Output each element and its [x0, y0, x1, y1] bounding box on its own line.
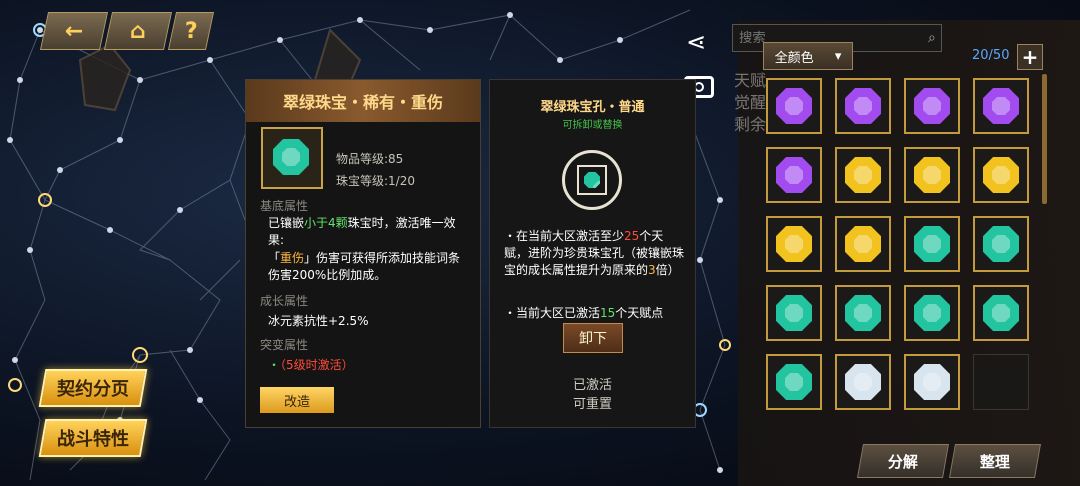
gem-socket-panel: 翠绿珠宝孔・普通 可拆卸或替换 ・在当前大区激活至少25个天赋，进阶为珍贵珠宝孔… [489, 79, 696, 428]
green-gem-icon [983, 226, 1019, 262]
gem-slot[interactable] [835, 78, 891, 134]
mutation-attr-value: ・（5级时激活） [268, 358, 354, 372]
inventory-count: 20/50 [972, 48, 1010, 63]
socket-ring-icon [562, 150, 622, 210]
gem-slot[interactable] [766, 216, 822, 272]
green-gem-icon [845, 295, 881, 331]
green-gem-icon [914, 226, 950, 262]
home-button[interactable]: ⌂ [103, 12, 173, 50]
gem-slot[interactable] [904, 354, 960, 410]
gem-slot[interactable] [973, 285, 1029, 341]
gem-slot[interactable] [835, 285, 891, 341]
growth-attr-title: 成长属性 [260, 294, 309, 308]
home-icon: ⌂ [130, 18, 146, 44]
gem-slot[interactable] [835, 147, 891, 203]
gem-slot[interactable] [766, 147, 822, 203]
gem-slot[interactable] [766, 285, 822, 341]
help-button[interactable]: ? [167, 12, 215, 50]
gem-slot[interactable] [973, 147, 1029, 203]
inventory-scrollbar[interactable] [1042, 74, 1047, 204]
gem-inventory-panel: 天赋觉醒剩余 ⌕ 全颜色 ▾ 20/50 + 分解 整理 [732, 20, 1080, 486]
gem-slot[interactable] [904, 285, 960, 341]
gem-slot[interactable] [835, 216, 891, 272]
green-gem-icon [776, 295, 812, 331]
base-attr-effect: 「重伤」伤害可获得所添加技能词条伤害200%比例加成。 [268, 251, 461, 282]
gem-detail-panel: 翠绿珠宝・稀有・重伤 物品等级:85 珠宝等级:1/20 基底属性 已镶嵌小于4… [245, 79, 481, 428]
share-icon[interactable]: ⋖ [686, 28, 706, 56]
modify-button[interactable]: 改造 [260, 387, 334, 413]
socket-gem-icon [584, 172, 600, 188]
back-button[interactable]: ← [39, 12, 109, 50]
purple-gem-icon [776, 157, 812, 193]
back-arrow-icon: ← [64, 18, 84, 44]
socket-desc-upgrade: ・在当前大区激活至少25个天赋，进阶为珍贵珠宝孔（被镶嵌珠宝的成长属性提升为原来… [504, 229, 685, 277]
yellow-gem-icon [983, 157, 1019, 193]
gem-slot[interactable] [766, 78, 822, 134]
purple-gem-icon [983, 88, 1019, 124]
search-icon[interactable]: ⌕ [928, 30, 936, 46]
growth-attr-value: 冰元素抗性+2.5% [268, 314, 369, 328]
green-gem-icon [273, 139, 309, 175]
item-level: 物品等级:85 [336, 152, 404, 166]
yellow-gem-icon [914, 157, 950, 193]
white-gem-icon [845, 364, 881, 400]
contract-page-button[interactable]: 契约分页 [38, 369, 148, 407]
decompose-button[interactable]: 分解 [857, 444, 949, 478]
purple-gem-icon [845, 88, 881, 124]
help-label: ? [184, 18, 198, 44]
gem-slot[interactable] [973, 216, 1029, 272]
socket-desc-active: ・当前大区已激活15个天赋点 [504, 306, 664, 320]
green-gem-icon [914, 295, 950, 331]
gem-title: 翠绿珠宝・稀有・重伤 [246, 80, 480, 122]
empty-gem-slot[interactable] [973, 354, 1029, 410]
green-gem-icon [983, 295, 1019, 331]
base-attr-text: 已镶嵌小于4颗珠宝时，激活唯一效果: [268, 216, 456, 247]
base-attr-title: 基底属性 [260, 199, 309, 213]
sort-button[interactable]: 整理 [949, 444, 1041, 478]
gem-slot[interactable] [904, 147, 960, 203]
status-activated: 已激活 [572, 378, 612, 393]
yellow-gem-icon [845, 157, 881, 193]
green-gem-icon [776, 364, 812, 400]
plus-icon: + [1021, 45, 1039, 69]
socket-title: 翠绿珠宝孔・普通 [540, 100, 645, 115]
color-filter-dropdown[interactable]: 全颜色 ▾ [763, 42, 853, 70]
gem-level: 珠宝等级:1/20 [336, 174, 415, 188]
white-gem-icon [914, 364, 950, 400]
gem-icon-frame [261, 127, 323, 189]
yellow-gem-icon [776, 226, 812, 262]
gem-slot[interactable] [904, 78, 960, 134]
yellow-gem-icon [845, 226, 881, 262]
gem-slot[interactable] [904, 216, 960, 272]
mutation-attr-title: 突变属性 [260, 338, 309, 352]
gem-slot[interactable] [766, 354, 822, 410]
battle-trait-button[interactable]: 战斗特性 [38, 419, 148, 457]
gem-slot[interactable] [973, 78, 1029, 134]
unload-button[interactable]: 卸下 [563, 323, 623, 353]
purple-gem-icon [776, 88, 812, 124]
socket-subtitle: 可拆卸或替换 [562, 120, 623, 131]
purple-gem-icon [914, 88, 950, 124]
add-slot-button[interactable]: + [1017, 44, 1043, 70]
chevron-down-icon: ▾ [834, 48, 842, 64]
gem-slot[interactable] [835, 354, 891, 410]
background-info-text: 天赋 觉醒 剩余 [734, 71, 767, 134]
status-resettable: 可重置 [572, 397, 612, 412]
